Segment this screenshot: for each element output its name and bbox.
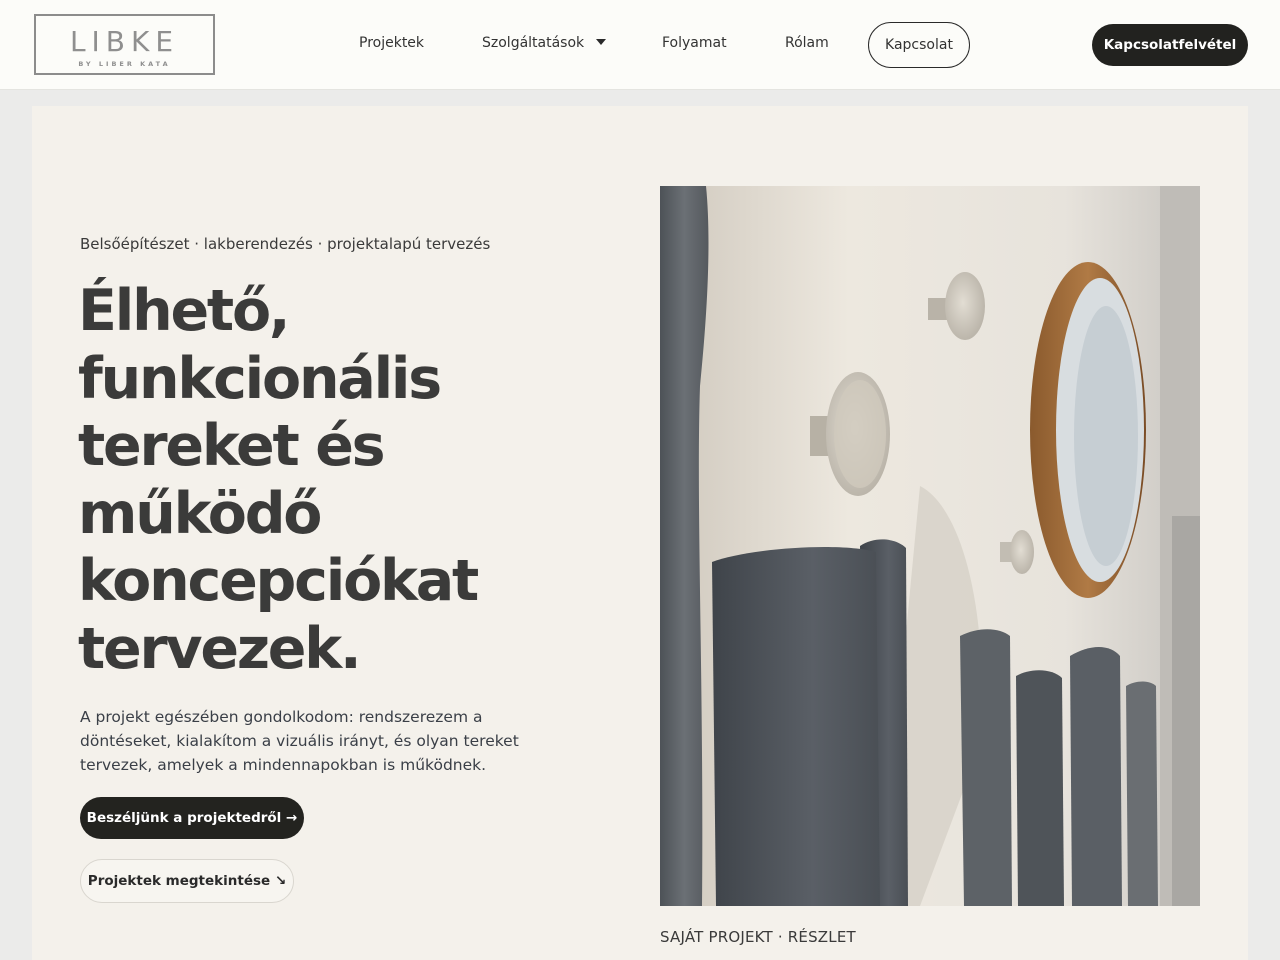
photo-caption: SAJÁT PROJEKT · RÉSZLET: [660, 928, 856, 946]
logo-wordmark: LIBKE: [69, 25, 180, 58]
headline-line: koncepciókat: [78, 548, 479, 614]
hero-project-photo: [660, 186, 1200, 906]
headline-line: tereket és: [78, 413, 386, 479]
site-header: LIBKE BY LIBER KATA Projektek Szolgáltat…: [0, 0, 1280, 90]
hero-section: Belsőépítészet · lakberendezés · projekt…: [32, 106, 1248, 960]
nav-projektek[interactable]: Projektek: [359, 35, 424, 51]
hero-headline: Élhető, funkcionális tereket és működő k…: [78, 278, 598, 683]
headline-line: funkcionális: [78, 345, 442, 412]
talk-about-project-button[interactable]: Beszéljünk a projektedről →: [80, 797, 304, 839]
headline-line: működő: [78, 480, 322, 547]
brand-logo[interactable]: LIBKE BY LIBER KATA: [34, 14, 215, 75]
logo-tagline: BY LIBER KATA: [78, 60, 171, 68]
nav-rolam[interactable]: Rólam: [785, 35, 829, 51]
hero-eyebrow: Belsőépítészet · lakberendezés · projekt…: [80, 235, 491, 253]
hero-lead: A projekt egészében gondolkodom: rendsze…: [80, 708, 519, 774]
nav-szolgaltatasok-label: Szolgáltatások: [482, 35, 585, 51]
view-projects-button[interactable]: Projektek megtekintése ↘: [80, 859, 294, 903]
nav-kapcsolat[interactable]: Kapcsolat: [868, 22, 970, 68]
photo-illustration: [660, 186, 1200, 906]
nav-szolgaltatasok[interactable]: Szolgáltatások: [482, 35, 607, 51]
headline-line: Élhető,: [78, 278, 291, 344]
headline-line: tervezek.: [78, 615, 362, 682]
contact-cta-button[interactable]: Kapcsolatfelvétel: [1092, 24, 1248, 66]
caret-down-icon: [596, 39, 607, 45]
nav-folyamat[interactable]: Folyamat: [662, 35, 727, 51]
